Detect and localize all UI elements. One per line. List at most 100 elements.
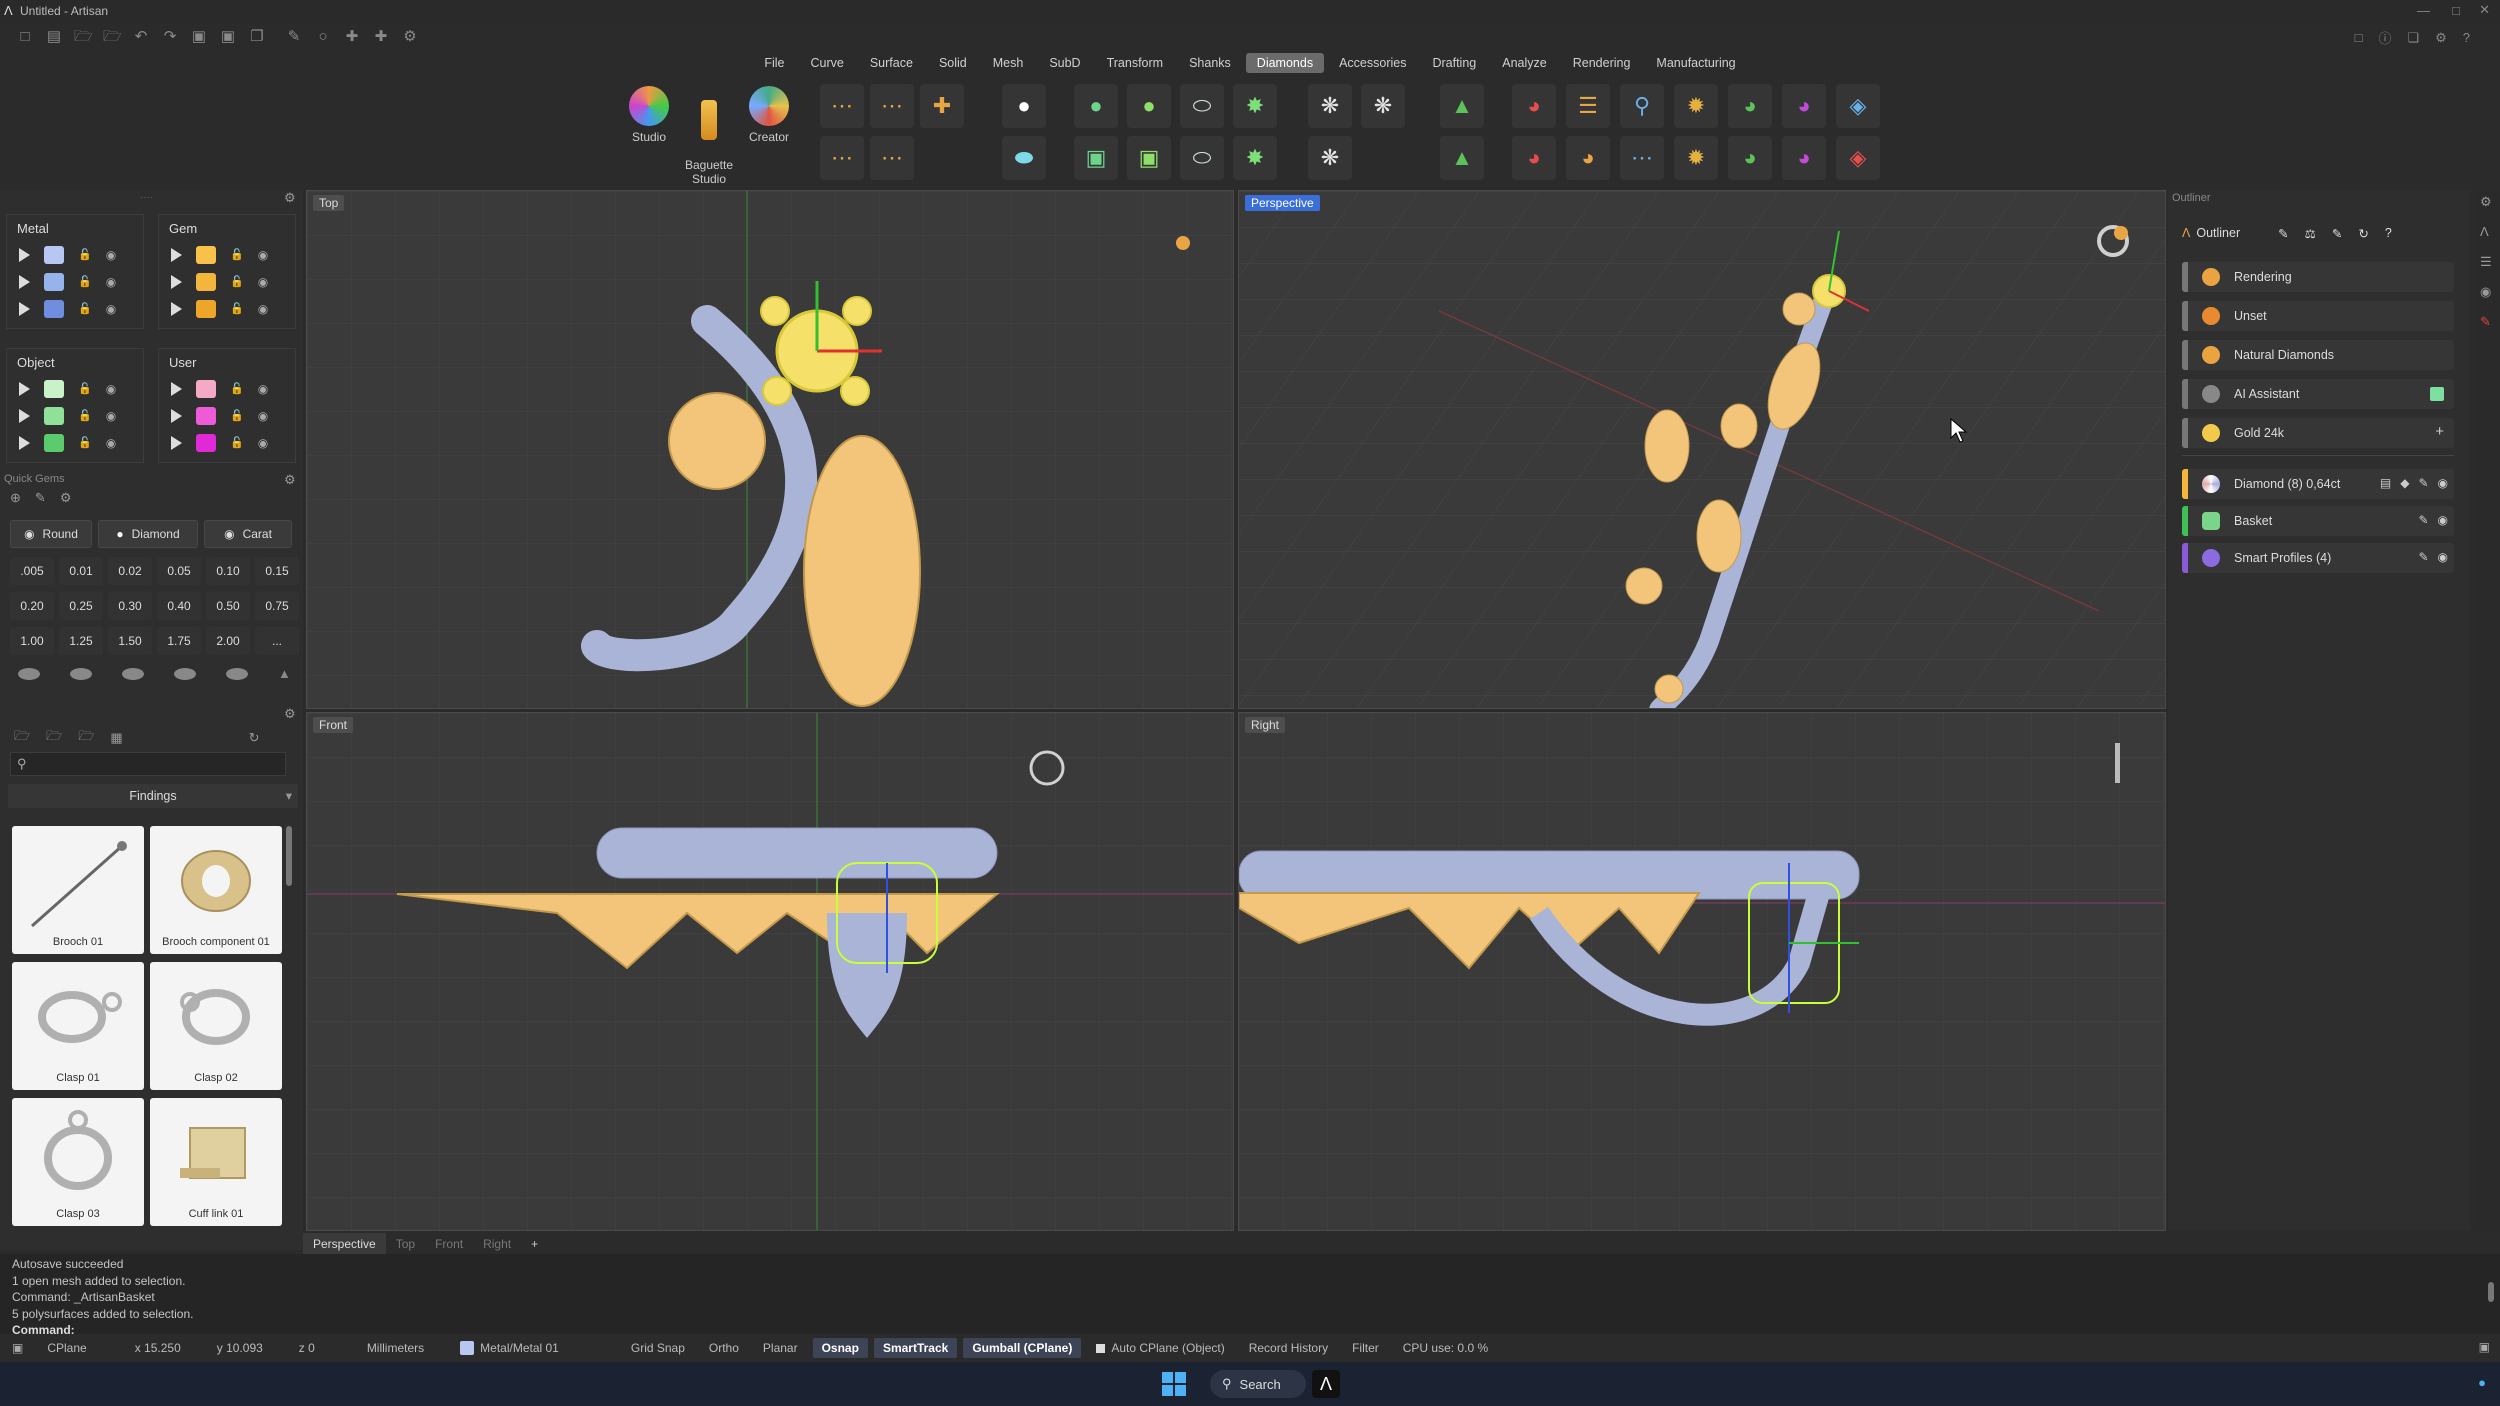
- lock-icon[interactable]: 🔓: [78, 248, 92, 261]
- current-layer[interactable]: Metal/Metal 01: [474, 1341, 571, 1355]
- lock-icon[interactable]: 🔓: [230, 436, 244, 449]
- display-tab-icon[interactable]: ◉: [2480, 284, 2491, 300]
- profile-5-icon[interactable]: [226, 667, 248, 680]
- library-item[interactable]: Clasp 02: [150, 962, 282, 1090]
- play-icon[interactable]: [171, 274, 182, 289]
- menu-drafting[interactable]: Drafting: [1421, 53, 1487, 73]
- eye-icon[interactable]: ◉: [2438, 550, 2448, 564]
- outliner-group-item[interactable]: Unset: [2182, 301, 2454, 331]
- auto-cplane-checkbox[interactable]: [1096, 1343, 1106, 1353]
- carat-size-button[interactable]: 0.75: [255, 592, 299, 620]
- carat-size-button[interactable]: ...: [255, 627, 299, 655]
- menu-diamonds[interactable]: Diamonds: [1245, 53, 1325, 73]
- layer-row[interactable]: 🔓 ◉: [7, 295, 143, 322]
- eye-icon[interactable]: ◉: [2438, 513, 2448, 527]
- units-label[interactable]: Millimeters: [327, 1341, 436, 1355]
- carat-size-button[interactable]: 0.30: [108, 592, 152, 620]
- outliner-tab-icon[interactable]: Λ: [2480, 224, 2489, 239]
- eye-icon[interactable]: ◉: [106, 302, 116, 316]
- lock-icon[interactable]: 🔓: [230, 382, 244, 395]
- menu-curve[interactable]: Curve: [800, 53, 855, 73]
- library-search-input[interactable]: [37, 755, 277, 773]
- edit-icon[interactable]: ✎: [2418, 476, 2428, 490]
- edit-icon[interactable]: ✎: [2332, 226, 2342, 241]
- maximize-icon[interactable]: □: [2452, 3, 2460, 18]
- undo-icon[interactable]: ↶: [132, 28, 150, 46]
- unit-carat-button[interactable]: ◉ Carat: [204, 520, 292, 548]
- pave-curve-icon[interactable]: ⋯: [870, 84, 914, 128]
- copy-icon[interactable]: ❐: [248, 28, 266, 46]
- outliner-group-item[interactable]: Rendering: [2182, 262, 2454, 292]
- eye-icon[interactable]: ◉: [258, 409, 268, 423]
- help-icon[interactable]: ?: [2385, 226, 2392, 240]
- eye-icon[interactable]: ◉: [106, 382, 116, 396]
- layer-color[interactable]: [44, 433, 64, 452]
- layer-row[interactable]: 🔓 ◉: [159, 241, 295, 268]
- eye-icon[interactable]: ◉: [258, 302, 268, 316]
- library-item[interactable]: Clasp 01: [12, 962, 144, 1090]
- cplane-label[interactable]: CPlane: [35, 1341, 98, 1355]
- scale-icon[interactable]: ⚖: [2305, 226, 2316, 241]
- pave-diag2-icon[interactable]: ⋯: [870, 136, 914, 180]
- gem-report-icon[interactable]: ◕: [1512, 84, 1556, 128]
- ortho-toggle[interactable]: Ortho: [697, 1341, 751, 1355]
- layer-row[interactable]: 🔓 ◉: [7, 429, 143, 456]
- viewport-label[interactable]: Perspective: [1245, 195, 1320, 211]
- menu-accessories[interactable]: Accessories: [1328, 53, 1417, 73]
- profile-6-icon[interactable]: ▲: [278, 666, 291, 681]
- pave-diag-icon[interactable]: ⋯: [820, 136, 864, 180]
- profile-3-icon[interactable]: [122, 667, 144, 680]
- library-item[interactable]: Clasp 03: [12, 1098, 144, 1226]
- eye-icon[interactable]: ◉: [106, 436, 116, 450]
- gumball-toggle[interactable]: Gumball (CPlane): [963, 1338, 1082, 1358]
- lock-icon[interactable]: 🔓: [78, 275, 92, 288]
- library-item[interactable]: Brooch component 01: [150, 826, 282, 954]
- viewport-label[interactable]: Top: [313, 195, 345, 211]
- carat-size-button[interactable]: 0.10: [206, 557, 250, 585]
- play-icon[interactable]: [19, 408, 30, 423]
- osnap-toggle[interactable]: Osnap: [812, 1338, 868, 1358]
- layer-color[interactable]: [196, 433, 216, 452]
- gem-table-icon[interactable]: ✹: [1674, 136, 1718, 180]
- lock-icon[interactable]: 🔓: [230, 275, 244, 288]
- studio-tool[interactable]: Studio: [620, 86, 678, 144]
- layer-color[interactable]: [196, 272, 216, 291]
- lock-icon[interactable]: 🔓: [230, 302, 244, 315]
- lock-icon[interactable]: 🔓: [230, 248, 244, 261]
- carat-size-button[interactable]: 0.20: [10, 592, 54, 620]
- help-icon[interactable]: ?: [2463, 30, 2470, 45]
- creator-tool[interactable]: Creator: [740, 86, 798, 144]
- menu-shanks[interactable]: Shanks: [1178, 53, 1242, 73]
- carat-size-button[interactable]: 1.75: [157, 627, 201, 655]
- play-icon[interactable]: [19, 301, 30, 316]
- eye-icon[interactable]: ◉: [258, 436, 268, 450]
- outliner-group-item[interactable]: Gold 24k +: [2182, 418, 2454, 448]
- menu-manufacturing[interactable]: Manufacturing: [1645, 53, 1746, 73]
- eye-icon[interactable]: ◉: [106, 248, 116, 262]
- carat-size-button[interactable]: 0.25: [59, 592, 103, 620]
- eye-icon[interactable]: ◉: [106, 409, 116, 423]
- layer-row[interactable]: 🔓 ◉: [7, 241, 143, 268]
- notification-icon[interactable]: ●: [2478, 1375, 2486, 1390]
- gem-search-icon[interactable]: ⚲: [1620, 84, 1664, 128]
- outliner-object-item[interactable]: Basket ✎ ◉: [2182, 506, 2454, 536]
- carat-size-button[interactable]: 1.00: [10, 627, 54, 655]
- ring-setting-icon[interactable]: ⬭: [1180, 136, 1224, 180]
- gem-spacing-icon[interactable]: ⋯: [1620, 136, 1664, 180]
- play-icon[interactable]: [171, 435, 182, 450]
- tab-right[interactable]: Right: [473, 1233, 521, 1255]
- add-tab-icon[interactable]: +: [521, 1233, 548, 1255]
- gem-color-icon[interactable]: ◕: [1728, 84, 1772, 128]
- outliner-object-item[interactable]: Diamond (8) 0,64ct ▤ ◆ ✎ ◉: [2182, 469, 2454, 499]
- outliner-object-item[interactable]: Smart Profiles (4) ✎ ◉: [2182, 543, 2454, 573]
- edit-icon[interactable]: ✎: [2418, 550, 2428, 564]
- layer-color[interactable]: [44, 299, 64, 318]
- layer-color-swatch[interactable]: [460, 1341, 475, 1355]
- lock-icon[interactable]: 🔓: [78, 302, 92, 315]
- outliner-group-item[interactable]: AI Assistant: [2182, 379, 2454, 409]
- eye-icon[interactable]: ◉: [258, 382, 268, 396]
- quick-gems-settings-icon[interactable]: ⚙: [284, 472, 296, 488]
- carat-size-button[interactable]: 0.50: [206, 592, 250, 620]
- library-category-dropdown[interactable]: Findings ▾: [8, 784, 298, 808]
- play-icon[interactable]: [171, 408, 182, 423]
